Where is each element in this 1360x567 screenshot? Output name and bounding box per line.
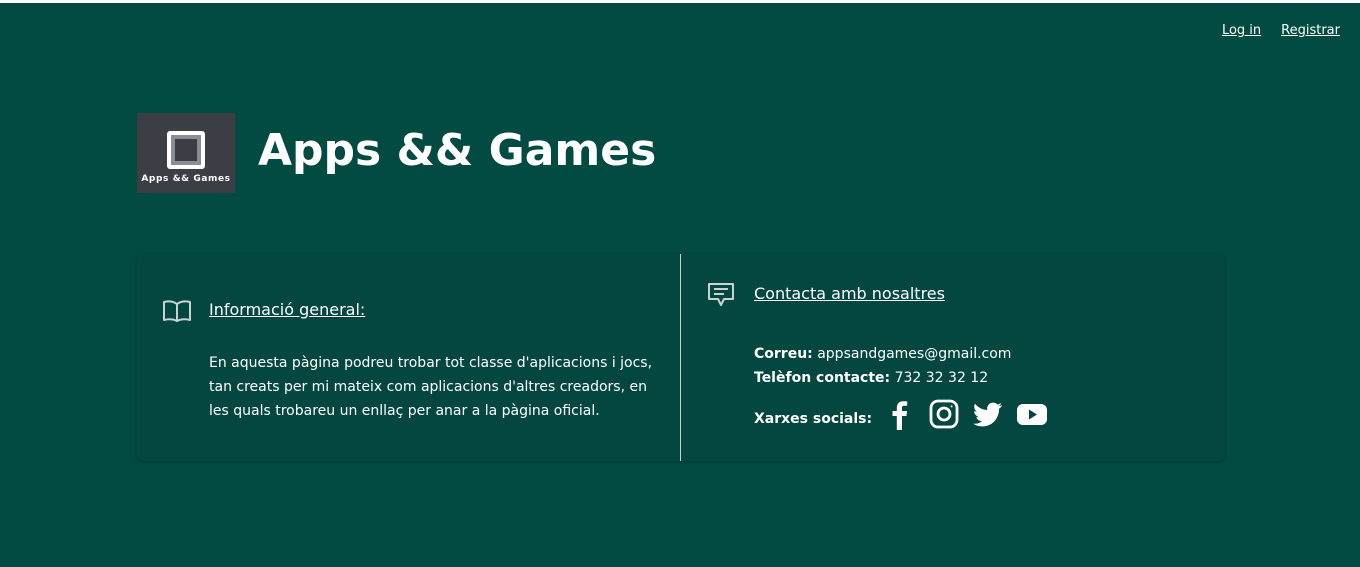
site-logo: Apps && Games: [137, 113, 235, 193]
site-title: Apps && Games: [258, 125, 657, 176]
youtube-icon[interactable]: [1016, 398, 1048, 430]
logo-text: Apps && Games: [141, 174, 231, 184]
book-icon: [162, 299, 192, 323]
facebook-icon[interactable]: [884, 398, 916, 430]
contact-link[interactable]: Contacta amb nosaltres: [754, 284, 945, 303]
email-label: Correu:: [754, 346, 813, 362]
phone-value: 732 32 32 12: [894, 370, 989, 386]
info-card: Informació general: En aquesta pàgina po…: [137, 254, 1225, 461]
message-icon: [707, 282, 735, 308]
general-info-text: En aquesta pàgina podreu trobar tot clas…: [209, 355, 653, 419]
phone-line: Telèfon contacte: 732 32 32 12: [754, 366, 988, 390]
email-line: Correu: appsandgames@gmail.com: [754, 342, 1011, 366]
twitter-icon[interactable]: [972, 398, 1004, 430]
card-divider: [680, 254, 681, 461]
social-label: Xarxes socials:: [754, 411, 873, 427]
instagram-icon[interactable]: [928, 398, 960, 430]
top-nav: Log in Registrar: [1222, 23, 1340, 38]
general-info-link[interactable]: Informació general:: [209, 300, 365, 319]
phone-label: Telèfon contacte:: [754, 370, 891, 386]
logo-square-icon: [167, 131, 205, 169]
register-link[interactable]: Registrar: [1281, 23, 1340, 38]
email-value: appsandgames@gmail.com: [817, 346, 1012, 362]
page-background: Log in Registrar Apps && Games Apps && G…: [0, 3, 1360, 567]
login-link[interactable]: Log in: [1222, 23, 1261, 38]
social-row: Xarxes socials:: [754, 398, 1060, 430]
